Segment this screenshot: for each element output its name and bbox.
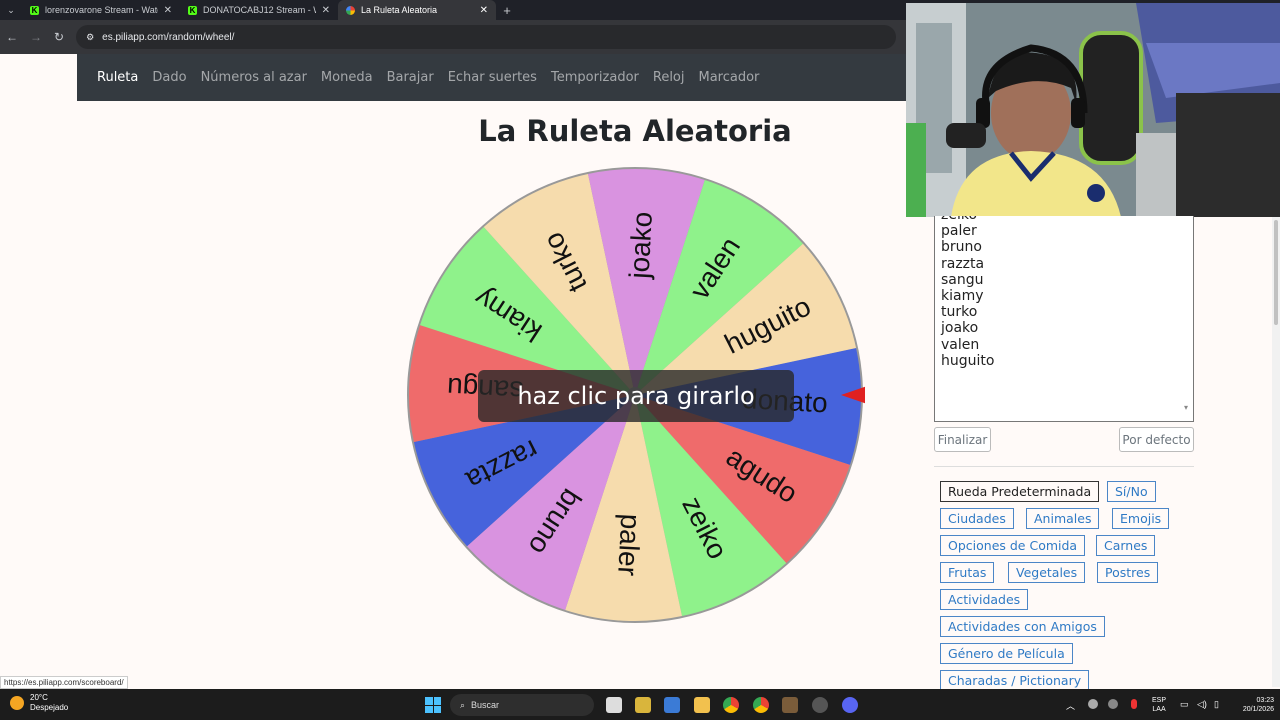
lang-code: ESP [1152, 697, 1167, 704]
nav-item-ruleta[interactable]: Ruleta [97, 70, 138, 85]
nav-item-echar-suertes[interactable]: Echar suertes [448, 70, 537, 85]
preset-emojis[interactable]: Emojis [1112, 508, 1170, 529]
wheel-label-paler: paler [612, 513, 646, 577]
textarea-resize-icon[interactable]: ▾ [1184, 403, 1188, 412]
tray-icon[interactable] [1108, 699, 1118, 709]
task-view-icon[interactable] [606, 697, 622, 713]
names-line: huguito [941, 352, 995, 369]
close-tab-icon[interactable]: ✕ [480, 5, 488, 16]
names-line: sangu [941, 271, 984, 288]
page-title: La Ruleta Aleatoria [478, 114, 792, 148]
nav-item-reloj[interactable]: Reloj [653, 70, 685, 85]
search-icon: ⌕ [460, 699, 466, 710]
nav-item-barajar[interactable]: Barajar [387, 70, 434, 85]
divider [934, 466, 1194, 467]
names-line: bruno [941, 239, 982, 256]
preset-frutas[interactable]: Frutas [940, 562, 995, 583]
chevron-up-icon[interactable]: ︿ [1066, 699, 1075, 712]
preset-animales[interactable]: Animales [1026, 508, 1100, 529]
calculator-icon[interactable] [664, 697, 680, 713]
chrome-icon[interactable] [723, 697, 739, 713]
clock-date: 20/1/2026 [1242, 706, 1274, 713]
preset-actividades-con-amigos[interactable]: Actividades con Amigos [940, 616, 1105, 637]
names-line: razzta [941, 255, 985, 272]
tab-donatocabj12[interactable]: K DONATOCABJ12 Stream - Watc ✕ [180, 0, 338, 20]
nav-item-temporizador[interactable]: Temporizador [551, 70, 639, 85]
clock[interactable]: 03:23 20/1/2026 [1230, 696, 1274, 714]
scrollbar-thumb[interactable] [1274, 220, 1278, 325]
tab-search-chevron-icon[interactable]: ⌄ [0, 5, 22, 16]
tray-icon[interactable] [1088, 699, 1098, 709]
back-arrow-icon[interactable]: ← [6, 30, 18, 44]
close-tab-icon[interactable]: ✕ [322, 5, 330, 16]
nav-item-marcador[interactable]: Marcador [699, 70, 760, 85]
windows-start-icon[interactable] [425, 697, 441, 713]
preset-opciones-de-comida[interactable]: Opciones de Comida [940, 535, 1086, 556]
names-line: joako [941, 320, 979, 337]
app-icon[interactable] [782, 697, 798, 713]
preset-ciudades[interactable]: Ciudades [940, 508, 1014, 529]
names-line: turko [941, 304, 978, 321]
microphone-icon[interactable] [1131, 699, 1137, 709]
names-line: zeiko [941, 216, 1193, 223]
reload-icon[interactable]: ↻ [54, 30, 64, 44]
file-explorer-icon[interactable] [694, 697, 710, 713]
nav-item-dado[interactable]: Dado [152, 70, 186, 85]
app-icon[interactable] [812, 697, 828, 713]
forward-arrow-icon[interactable]: → [30, 30, 42, 44]
preset-actividades[interactable]: Actividades [940, 589, 1029, 610]
tab-lorenzovarone[interactable]: K lorenzovarone Stream - Watch ✕ [22, 0, 180, 20]
preset-rueda-predeterminada[interactable]: Rueda Predeterminada [940, 481, 1100, 502]
taskbar-search-placeholder: Buscar [471, 700, 500, 710]
piliapp-icon [346, 5, 355, 15]
taskbar-search[interactable]: ⌕ Buscar [450, 694, 594, 716]
spin-prompt[interactable]: haz clic para girarlo [478, 370, 794, 422]
preset-carnes[interactable]: Carnes [1096, 535, 1156, 556]
preset-charadas-pictionary[interactable]: Charadas / Pictionary [940, 670, 1090, 691]
preset-si-no[interactable]: Sí/No [1107, 481, 1156, 502]
kick-icon: K [30, 5, 39, 15]
preset-genero-de-pelicula[interactable]: Género de Película [940, 643, 1073, 664]
new-tab-plus-icon[interactable]: + [496, 3, 518, 18]
site-navbar: Ruleta Dado Números al azar Moneda Baraj… [77, 54, 907, 101]
tab-title: La Ruleta Aleatoria [361, 5, 438, 15]
site-info-icon[interactable]: ⚙ [86, 32, 94, 43]
clock-time: 03:23 [1256, 697, 1274, 704]
app-icon[interactable] [635, 697, 651, 713]
language-indicator[interactable]: ESP LAA [1152, 696, 1166, 714]
sun-icon [10, 696, 24, 710]
finish-button[interactable]: Finalizar [934, 427, 991, 452]
chrome-icon[interactable] [753, 697, 769, 713]
names-line: paler [941, 223, 977, 240]
tab-ruleta-aleatoria[interactable]: La Ruleta Aleatoria ✕ [338, 0, 496, 20]
status-url: https://es.piliapp.com/scoreboard/ [0, 676, 128, 689]
wheel-label-joako: joako [623, 211, 658, 280]
preset-postres[interactable]: Postres [1097, 562, 1159, 583]
lang-layout: LAA [1152, 706, 1166, 713]
url-input[interactable]: ⚙ es.piliapp.com/random/wheel/ [76, 25, 897, 49]
url-text: es.piliapp.com/random/wheel/ [102, 31, 235, 43]
preset-vegetales[interactable]: Vegetales [1008, 562, 1086, 583]
discord-icon[interactable] [842, 697, 858, 713]
volume-icon[interactable]: ◁) [1197, 699, 1207, 710]
default-button[interactable]: Por defecto [1119, 427, 1194, 452]
webcam-overlay [906, 3, 1280, 217]
network-icon[interactable]: ▭ [1180, 699, 1189, 710]
weather-temp: 20°C [30, 693, 48, 702]
weather-widget[interactable]: 20°C Despejado [10, 693, 68, 713]
weather-desc: Despejado [30, 703, 69, 712]
nav-item-moneda[interactable]: Moneda [321, 70, 373, 85]
nav-item-numeros-al-azar[interactable]: Números al azar [201, 70, 307, 85]
tab-title: lorenzovarone Stream - Watch [45, 5, 158, 15]
battery-icon[interactable]: ▯ [1214, 699, 1219, 710]
close-tab-icon[interactable]: ✕ [164, 5, 172, 16]
kick-icon: K [188, 5, 197, 15]
names-line: kiamy [941, 288, 984, 305]
names-textarea[interactable]: zeikopalerbrunorazztasangukiamyturkojoak… [934, 216, 1194, 422]
names-line: valen [941, 336, 980, 353]
tab-title: DONATOCABJ12 Stream - Watc [203, 5, 316, 15]
